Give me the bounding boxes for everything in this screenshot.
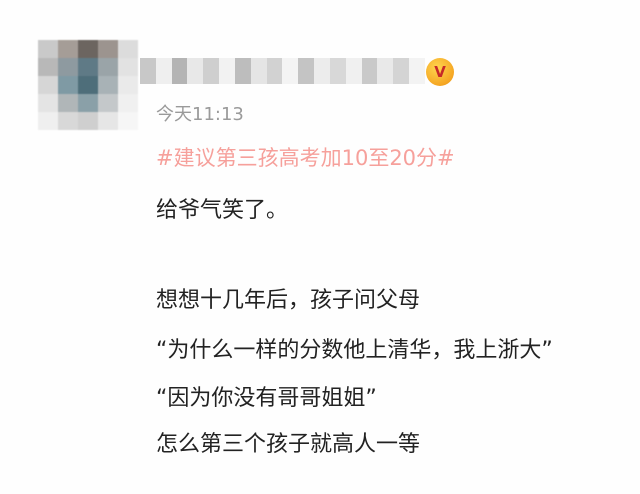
avatar[interactable] (38, 40, 138, 130)
vip-badge-glyph: V (434, 63, 446, 81)
post-text-line: “为什么一样的分数他上清华，我上浙大” (156, 338, 553, 363)
post-text-line: 想想十几年后，孩子问父母 (156, 288, 421, 313)
post-text-line: “因为你没有哥哥姐姐” (156, 386, 377, 411)
username-blurred[interactable] (140, 58, 425, 84)
post-timestamp: 今天11:13 (156, 104, 244, 125)
hashtag-link[interactable]: #建议第三孩高考加10至20分# (156, 142, 455, 172)
post-text-line: 给爷气笑了。 (156, 198, 289, 223)
post-text-line: 怎么第三个孩子就高人一等 (156, 432, 421, 457)
vip-crown-icon: V (426, 58, 454, 86)
weibo-post-card: V 今天11:13 #建议第三孩高考加10至20分# 给爷气笑了。 想想十几年后… (0, 0, 640, 494)
